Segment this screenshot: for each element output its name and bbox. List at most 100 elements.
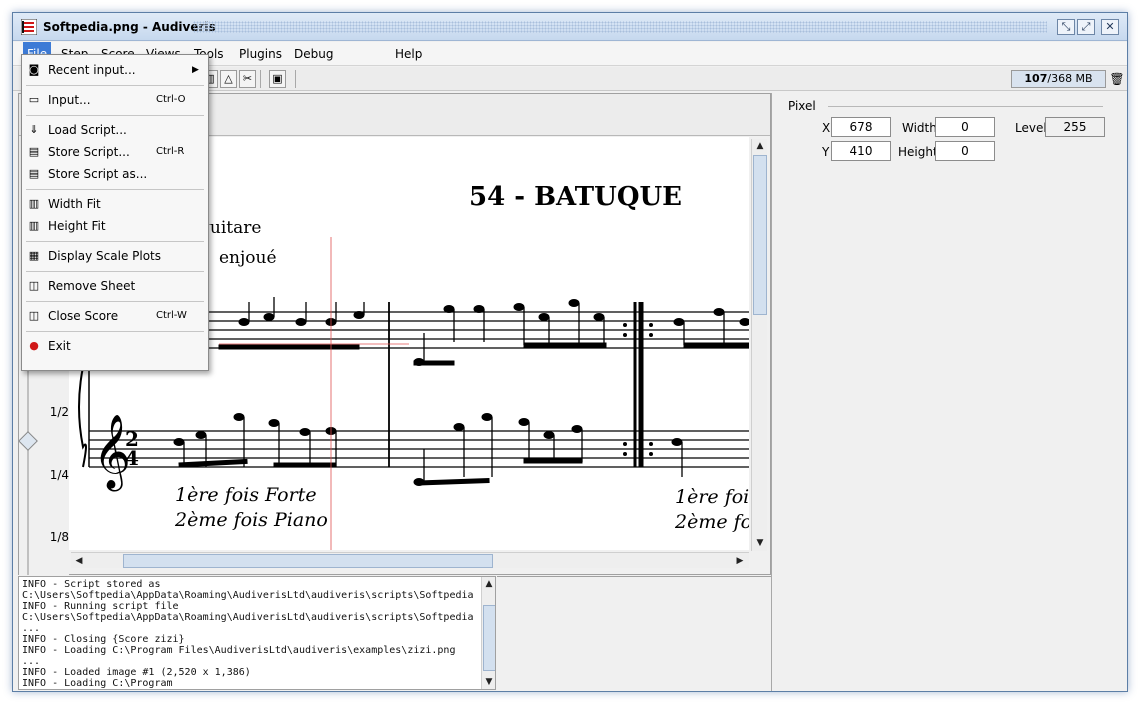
close-score-icon: ◫	[28, 309, 40, 322]
log-scroll-up-icon[interactable]: ▲	[482, 577, 495, 591]
menu-item-width-fit[interactable]: ▥ Width Fit	[22, 193, 208, 215]
menu-separator	[26, 301, 204, 302]
menu-item-height-fit[interactable]: ▥ Height Fit	[22, 215, 208, 237]
maximize-icon[interactable]: ⤢	[1077, 19, 1095, 35]
score-title: 54 - BATUQUE	[469, 182, 682, 212]
window-title: Softpedia.png - Audiveris	[43, 20, 216, 34]
menu-item-shortcut: Ctrl-O	[156, 94, 186, 105]
minimize-icon[interactable]: ⤡	[1057, 19, 1075, 35]
menu-item-load-script[interactable]: ⇓ Load Script...	[22, 119, 208, 141]
log-scroll-thumb[interactable]	[483, 605, 495, 671]
annotation-1ere: 1ère fois	[675, 486, 749, 508]
vertical-scroll-thumb[interactable]	[753, 155, 767, 315]
menu-help[interactable]: Help	[391, 42, 426, 66]
menu-item-label: Close Score	[48, 309, 119, 323]
pixel-height-label: Height	[898, 145, 938, 159]
log-line: INFO - Script stored as	[22, 579, 161, 590]
height-fit-icon: ▥	[28, 219, 40, 232]
zoom-label-quarter: 1/4	[49, 468, 69, 482]
pixel-level-field: 255	[1045, 117, 1105, 137]
menu-item-label: Height Fit	[48, 219, 106, 233]
log-scroll-down-icon[interactable]: ▼	[482, 675, 495, 689]
zoom-thumb[interactable]	[18, 431, 38, 451]
menu-item-label: Load Script...	[48, 123, 127, 137]
app-icon	[21, 19, 37, 35]
pixel-width-label: Width	[902, 121, 937, 135]
input-icon: ▭	[28, 93, 40, 106]
menu-separator	[26, 115, 204, 116]
log-scrollbar[interactable]: ▲ ▼	[481, 577, 495, 689]
menu-item-store-script-as[interactable]: ▤ Store Script as...	[22, 163, 208, 185]
zoom-label-eighth: 1/8	[49, 530, 69, 544]
log-line: INFO - Loading C:\Program	[22, 678, 173, 689]
menu-item-exit[interactable]: ● Exit	[22, 335, 208, 357]
pixel-board: Pixel X 678 Width 0 Level 255 Y 410 Heig…	[771, 93, 1123, 691]
menu-item-display-scale-plots[interactable]: ▦ Display Scale Plots	[22, 245, 208, 267]
menu-item-recent-input[interactable]: ◙ Recent input... ▶	[22, 59, 208, 81]
remove-sheet-icon: ◫	[28, 279, 40, 292]
close-icon[interactable]: ✕	[1101, 19, 1119, 35]
horizontal-scroll-thumb[interactable]	[123, 554, 493, 568]
menu-debug[interactable]: Debug	[290, 42, 337, 66]
annotation-2eme: 2ème fois	[674, 511, 749, 533]
pixel-width-field[interactable]: 0	[935, 117, 995, 137]
log-line: INFO - Loaded image #1 (2,520 x 1,386)	[22, 667, 251, 678]
log-line: INFO - Loading C:\Program Files\Audiveri…	[22, 645, 456, 656]
scroll-right-icon[interactable]: ▶	[733, 554, 747, 568]
recent-icon: ◙	[28, 63, 40, 76]
toolbar-triangle-icon[interactable]: △	[220, 70, 237, 88]
scroll-down-icon[interactable]: ▼	[753, 536, 767, 550]
log-line: ...	[22, 623, 41, 634]
menu-item-label: Recent input...	[48, 63, 136, 77]
scroll-up-icon[interactable]: ▲	[753, 139, 767, 153]
toolbar-scissors-icon[interactable]: ✂	[239, 70, 256, 88]
menu-item-label: Remove Sheet	[48, 279, 136, 293]
pixel-x-field[interactable]: 678	[831, 117, 891, 137]
memory-total: /368 MB	[1047, 72, 1093, 85]
brace	[78, 366, 87, 468]
store-script-icon: ▤	[28, 145, 40, 158]
width-fit-icon: ▥	[28, 197, 40, 210]
pixel-x-label: X	[822, 121, 831, 135]
pixel-level-label: Level	[1015, 121, 1047, 135]
canvas-vertical-scrollbar[interactable]: ▲ ▼	[751, 139, 767, 551]
pixel-y-field[interactable]: 410	[831, 141, 891, 161]
scale-plots-icon: ▦	[28, 249, 40, 262]
log-line: INFO - Closing {Score zizi}	[22, 634, 185, 645]
annotation-2eme-piano: 2ème fois Piano	[174, 509, 328, 531]
canvas-horizontal-scrollbar[interactable]: ◀ ▶	[71, 552, 749, 568]
menu-item-store-script[interactable]: ▤ Store Script... Ctrl-R	[22, 141, 208, 163]
log-line: C:\Users\Softpedia\AppData\Roaming\Audiv…	[22, 612, 474, 623]
menu-separator	[26, 271, 204, 272]
titlebar-texture	[193, 21, 1047, 33]
memory-meter[interactable]: 107/368 MB	[1011, 70, 1106, 88]
log-line: ...	[22, 656, 41, 667]
zoom-label-half: 1/2	[49, 405, 69, 419]
repeat-dots	[623, 323, 653, 456]
scroll-left-icon[interactable]: ◀	[72, 554, 86, 568]
trash-icon[interactable]: 🗑	[1109, 70, 1125, 88]
pixel-y-label: Y	[822, 145, 830, 159]
menu-item-label: Store Script as...	[48, 167, 148, 181]
menu-item-remove-sheet[interactable]: ◫ Remove Sheet	[22, 275, 208, 297]
menu-item-input[interactable]: ▭ Input... Ctrl-O	[22, 89, 208, 111]
menu-plugins[interactable]: Plugins	[235, 42, 286, 66]
app-window: Softpedia.png - Audiveris ⤡ ⤢ ✕ File Ste…	[12, 12, 1128, 692]
menu-item-label: Store Script...	[48, 145, 130, 159]
menu-separator	[26, 331, 204, 332]
memory-used: 107	[1024, 72, 1048, 85]
log-pane[interactable]: INFO - Script stored as C:\Users\Softped…	[18, 576, 496, 690]
menu-item-shortcut: Ctrl-R	[156, 146, 185, 157]
log-side-panel	[497, 576, 771, 690]
score-annotations: 1ère fois Forte 2ème fois Piano 1ère foi…	[174, 484, 749, 533]
submenu-arrow-icon: ▶	[192, 65, 199, 75]
pixel-height-field[interactable]: 0	[935, 141, 995, 161]
menu-item-close-score[interactable]: ◫ Close Score Ctrl-W	[22, 305, 208, 327]
load-script-icon: ⇓	[29, 123, 39, 136]
log-lines: INFO - Script stored as C:\Users\Softped…	[19, 577, 495, 689]
score-text-enjoue: enjoué	[219, 248, 277, 268]
exit-icon: ●	[29, 339, 39, 352]
notes-system-1	[218, 297, 749, 366]
toolbar-display-icon[interactable]: ▣	[269, 70, 286, 88]
toolbar-separator	[260, 70, 261, 88]
